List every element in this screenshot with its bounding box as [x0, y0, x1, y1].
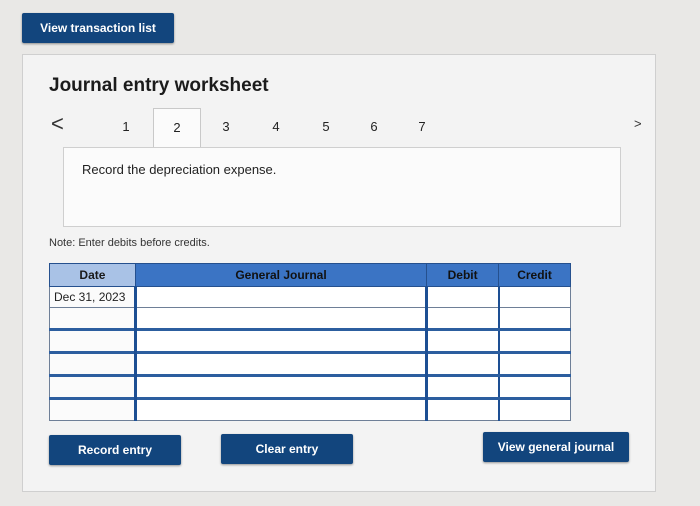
tab-2[interactable]: 2	[153, 108, 201, 149]
tab-4[interactable]: 4	[253, 108, 299, 148]
note-text: Note: Enter debits before credits.	[49, 237, 210, 249]
view-general-journal-button[interactable]: View general journal	[483, 432, 629, 462]
view-transaction-list-button[interactable]: View transaction list	[22, 13, 174, 43]
column-header-debit: Debit	[426, 263, 500, 287]
credit-cell[interactable]	[497, 374, 571, 399]
date-cell[interactable]	[49, 307, 136, 330]
worksheet-tabs: < 1 2 3 4 5 6 7 >	[45, 105, 645, 149]
table-row	[49, 328, 571, 353]
instruction-text: Record the depreciation expense.	[82, 162, 277, 177]
credit-cell[interactable]	[497, 397, 571, 421]
column-header-date: Date	[49, 263, 136, 287]
debit-cell[interactable]	[425, 374, 500, 399]
instruction-box: Record the depreciation expense.	[63, 147, 621, 227]
debit-cell[interactable]	[425, 286, 500, 308]
table-row	[49, 397, 571, 421]
account-cell[interactable]	[133, 286, 428, 308]
debit-cell[interactable]	[425, 397, 500, 421]
journal-header-row: Date General Journal Debit Credit	[49, 263, 571, 287]
credit-cell[interactable]	[497, 307, 571, 330]
journal-table: Date General Journal Debit Credit Dec 31…	[49, 263, 571, 421]
tab-5[interactable]: 5	[303, 108, 349, 148]
table-row	[49, 351, 571, 376]
tab-3[interactable]: 3	[203, 108, 249, 148]
tab-7[interactable]: 7	[399, 108, 445, 148]
account-cell[interactable]	[133, 351, 428, 376]
date-cell[interactable]	[49, 328, 136, 353]
credit-cell[interactable]	[497, 351, 571, 376]
debit-cell[interactable]	[425, 328, 500, 353]
credit-cell[interactable]	[497, 328, 571, 353]
page-title: Journal entry worksheet	[49, 75, 269, 96]
journal-worksheet-panel: Journal entry worksheet < 1 2 3 4 5 6 7 …	[22, 54, 656, 492]
table-row: Dec 31, 2023	[49, 286, 571, 308]
column-header-credit: Credit	[498, 263, 571, 287]
date-cell[interactable]: Dec 31, 2023	[49, 286, 136, 308]
debit-cell[interactable]	[425, 351, 500, 376]
date-cell[interactable]	[49, 351, 136, 376]
chevron-left-icon[interactable]: <	[51, 113, 64, 135]
column-header-general-journal: General Journal	[134, 263, 428, 287]
table-row	[49, 374, 571, 399]
account-cell[interactable]	[133, 374, 428, 399]
credit-cell[interactable]	[497, 286, 571, 308]
tab-1[interactable]: 1	[103, 108, 149, 148]
date-cell[interactable]	[49, 374, 136, 399]
tab-6[interactable]: 6	[351, 108, 397, 148]
account-cell[interactable]	[133, 397, 428, 421]
chevron-right-icon[interactable]: >	[634, 116, 642, 131]
date-cell[interactable]	[49, 397, 136, 421]
account-cell[interactable]	[133, 328, 428, 353]
debit-cell[interactable]	[425, 307, 500, 330]
record-entry-button[interactable]: Record entry	[49, 435, 181, 465]
table-row	[49, 307, 571, 330]
clear-entry-button[interactable]: Clear entry	[221, 434, 353, 464]
account-cell[interactable]	[133, 307, 428, 330]
